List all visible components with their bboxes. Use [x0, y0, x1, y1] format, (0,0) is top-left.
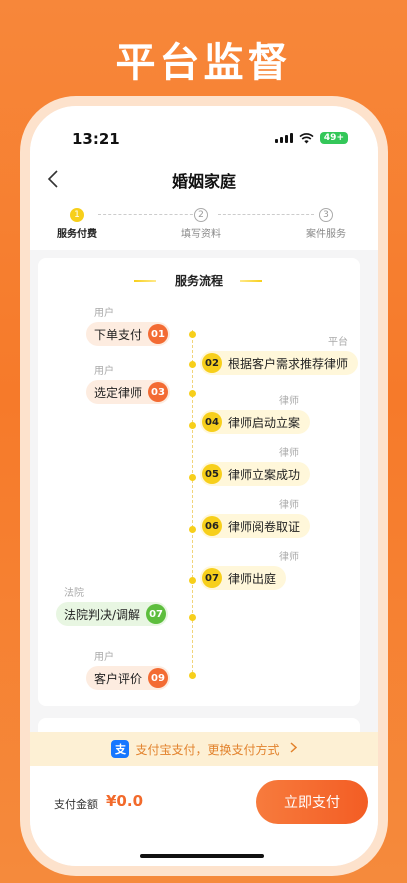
step-label: 填写资料 [181, 229, 221, 240]
payment-footer: 支付金额 ¥0.0 立即支付 [30, 766, 378, 866]
process-step-04: 04 律师启动立案 [200, 410, 311, 434]
pay-now-button[interactable]: 立即支付 [256, 780, 368, 824]
role-label: 律师 [279, 552, 299, 563]
timeline-dot [189, 422, 196, 429]
role-label: 用户 [94, 308, 114, 319]
step-badge: 01 [148, 324, 169, 344]
process-title: 服务流程 [174, 274, 223, 288]
role-label: 平台 [328, 337, 348, 348]
promo-title: 平台监督 [115, 40, 292, 86]
step-badge: 05 [202, 464, 222, 484]
step-text: 法院判决/调解 [64, 607, 141, 622]
timeline-dot [189, 331, 196, 338]
timeline-dot [189, 361, 196, 368]
step-text: 选定律师 [94, 385, 143, 400]
service-process-card: 服务流程 用户 下单支付 01 平台 02 根据客户需求推荐律师 用户 选定律师… [38, 258, 360, 706]
step-text: 客户评价 [94, 671, 143, 686]
step-text: 律师立案成功 [228, 467, 301, 482]
step-text: 根据客户需求推荐律师 [228, 356, 349, 371]
status-icons: 49+ [274, 132, 348, 144]
step-text: 律师出庭 [228, 571, 277, 586]
status-bar: 13:21 49+ [30, 106, 378, 156]
step-payment: 1 服务付费 [37, 208, 117, 240]
step-badge: 03 [148, 382, 169, 402]
process-step-02: 02 根据客户需求推荐律师 [200, 351, 359, 375]
role-label: 用户 [94, 652, 114, 663]
process-step-03: 选定律师 03 [86, 380, 171, 404]
amount-value: ¥0.0 [106, 792, 144, 810]
step-case-service: 3 案件服务 [286, 208, 366, 240]
step-number: 3 [319, 208, 333, 222]
process-step-court: 法院判决/调解 07 [56, 602, 169, 626]
timeline-dot [189, 614, 196, 621]
step-label: 案件服务 [306, 229, 346, 240]
role-label: 律师 [279, 396, 299, 407]
step-badge: 09 [148, 668, 169, 688]
app-screen: 13:21 49+ 婚姻家庭 1 服务付费 2 填写资料 3 案件服务 服务流程… [30, 106, 378, 866]
step-text: 律师启动立案 [228, 415, 301, 430]
process-step-07: 07 律师出庭 [200, 566, 287, 590]
payment-method-text: 支付宝支付，更换支付方式 [135, 742, 280, 757]
step-text: 下单支付 [94, 327, 143, 342]
role-label: 律师 [279, 448, 299, 459]
step-badge: 04 [202, 412, 222, 432]
timeline-dot [189, 390, 196, 397]
page-title: 婚姻家庭 [171, 172, 236, 191]
nav-bar: 婚姻家庭 [30, 156, 378, 200]
step-badge: 07 [146, 604, 167, 624]
home-indicator[interactable] [140, 854, 264, 858]
step-text: 律师阅卷取证 [228, 519, 301, 534]
step-badge: 02 [202, 353, 222, 373]
amount-label: 支付金额 [54, 798, 98, 811]
step-number: 2 [194, 208, 208, 222]
change-payment-method[interactable]: 支 支付宝支付，更换支付方式 [30, 732, 378, 766]
progress-stepper: 1 服务付费 2 填写资料 3 案件服务 [30, 200, 378, 250]
role-label: 法院 [64, 588, 84, 599]
timeline-dot [189, 474, 196, 481]
step-label: 服务付费 [57, 229, 97, 240]
process-step-05: 05 律师立案成功 [200, 462, 311, 486]
signal-icon [274, 133, 293, 143]
timeline-dot [189, 577, 196, 584]
wifi-icon [299, 132, 314, 143]
status-time: 13:21 [72, 130, 120, 148]
phone-frame: 13:21 49+ 婚姻家庭 1 服务付费 2 填写资料 3 案件服务 服务流程… [20, 96, 388, 876]
alipay-icon: 支 [111, 740, 130, 758]
chevron-right-icon [289, 741, 297, 757]
step-badge: 06 [202, 516, 222, 536]
process-step-06: 06 律师阅卷取证 [200, 514, 311, 538]
timeline-dot [189, 526, 196, 533]
timeline-line [192, 330, 193, 678]
timeline-dot [189, 672, 196, 679]
step-info: 2 填写资料 [161, 208, 241, 240]
process-step-01: 下单支付 01 [86, 322, 171, 346]
process-step-09: 客户评价 09 [86, 666, 171, 690]
role-label: 用户 [94, 366, 114, 377]
step-badge: 07 [202, 568, 222, 588]
step-number: 1 [70, 208, 84, 222]
battery-indicator: 49+ [319, 132, 348, 144]
title-decoration [240, 280, 262, 282]
role-label: 律师 [279, 500, 299, 511]
